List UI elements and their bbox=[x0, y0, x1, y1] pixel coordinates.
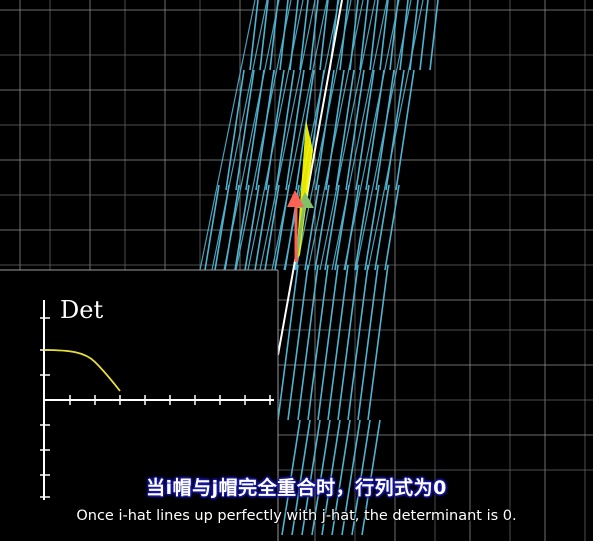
subtitle-chinese: 当i帽与j帽完全重合时，行列式为0 bbox=[146, 477, 447, 499]
transformed-line bbox=[355, 69, 375, 191]
transformed-line bbox=[325, 69, 345, 191]
plot-background bbox=[0, 270, 278, 541]
transformed-line bbox=[317, 264, 339, 421]
determinant-plot-panel bbox=[0, 269, 279, 541]
transformed-line bbox=[347, 264, 369, 421]
transformed-line bbox=[357, 264, 379, 421]
transformed-line bbox=[367, 264, 389, 421]
transformed-line bbox=[235, 69, 255, 191]
det-plot-label: Det bbox=[60, 296, 104, 324]
transformed-line bbox=[307, 264, 329, 421]
transformation-canvas bbox=[0, 0, 593, 541]
subtitle-english: Once i-hat lines up perfectly with j-hat… bbox=[76, 508, 517, 524]
video-frame: Det 当i帽与j帽完全重合时，行列式为0 Once i-hat lines u… bbox=[0, 0, 593, 541]
transformed-line bbox=[327, 264, 349, 421]
